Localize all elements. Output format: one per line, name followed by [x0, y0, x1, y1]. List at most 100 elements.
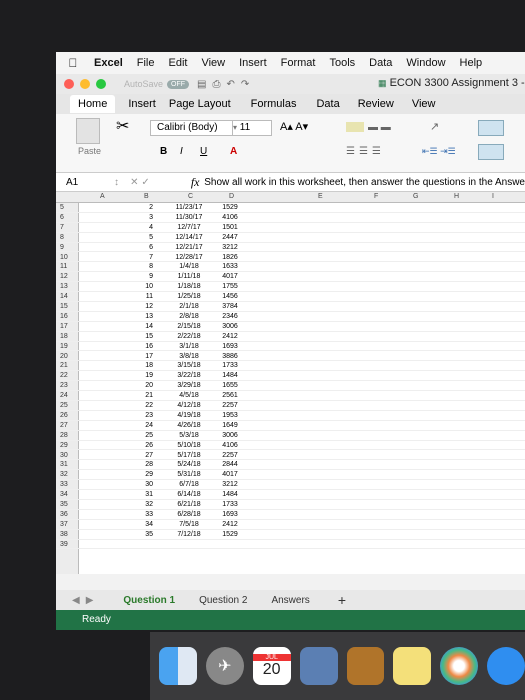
- cell-c[interactable]: 7/12/18: [164, 530, 214, 539]
- menu-file[interactable]: File: [137, 57, 155, 69]
- sheet-tab-question-1[interactable]: Question 1: [123, 595, 175, 606]
- cell-d[interactable]: 4017: [214, 272, 246, 281]
- cell-b[interactable]: 35: [131, 530, 153, 539]
- minimize-window-button[interactable]: [80, 79, 90, 89]
- cell-d[interactable]: 1755: [214, 282, 246, 291]
- cell-b[interactable]: 21: [131, 391, 153, 400]
- menu-tools[interactable]: Tools: [329, 57, 355, 69]
- menu-window[interactable]: Window: [406, 57, 445, 69]
- cell-d[interactable]: 2561: [214, 391, 246, 400]
- column-header-h[interactable]: H: [454, 193, 459, 200]
- cell-c[interactable]: 12/7/17: [164, 223, 214, 232]
- cell-c[interactable]: 3/8/18: [164, 352, 214, 361]
- column-header-c[interactable]: C: [188, 193, 193, 200]
- table-row[interactable]: 31 28 5/24/18 2844: [56, 460, 525, 471]
- merge-center-icon[interactable]: [478, 144, 504, 160]
- cell-c[interactable]: 6/21/18: [164, 500, 214, 509]
- cell-c[interactable]: 6/7/18: [164, 480, 214, 489]
- orientation-icon[interactable]: ↗: [430, 120, 439, 133]
- table-row[interactable]: 37 34 7/5/18 2412: [56, 520, 525, 530]
- font-size-box[interactable]: ▾ 11: [232, 120, 272, 136]
- cell-b[interactable]: 19: [131, 371, 153, 380]
- cell-d[interactable]: 1733: [214, 361, 246, 370]
- table-row[interactable]: 15 12 2/1/18 3784: [56, 302, 525, 312]
- grow-shrink-font-buttons[interactable]: A▴ A▾: [280, 120, 308, 133]
- cell-c[interactable]: 12/21/17: [164, 243, 214, 252]
- tab-review[interactable]: Review: [358, 98, 394, 110]
- zoom-window-button[interactable]: [96, 79, 106, 89]
- table-row[interactable]: 39: [56, 540, 525, 550]
- cell-c[interactable]: 5/17/18: [164, 451, 214, 460]
- finder-icon[interactable]: [159, 647, 197, 685]
- column-header-d[interactable]: D: [229, 193, 234, 200]
- cell-c[interactable]: 1/11/18: [164, 272, 214, 281]
- cell-c[interactable]: 2/22/18: [164, 332, 214, 341]
- menu-edit[interactable]: Edit: [168, 57, 187, 69]
- add-sheet-button[interactable]: +: [338, 592, 346, 608]
- cell-b[interactable]: 24: [131, 421, 153, 430]
- cell-d[interactable]: 2412: [214, 520, 246, 529]
- mail-stamp-icon[interactable]: [299, 647, 338, 685]
- cell-c[interactable]: 1/4/18: [164, 262, 214, 271]
- cell-d[interactable]: 3006: [214, 431, 246, 440]
- table-row[interactable]: 33 30 6/7/18 3212: [56, 480, 525, 491]
- cell-c[interactable]: 5/3/18: [164, 431, 214, 440]
- column-header-i[interactable]: I: [492, 193, 494, 200]
- name-box[interactable]: A1: [56, 177, 114, 188]
- column-header-g[interactable]: G: [413, 193, 418, 200]
- table-row[interactable]: 20 17 3/8/18 3886: [56, 352, 525, 362]
- cell-b[interactable]: 30: [131, 480, 153, 489]
- cell-b[interactable]: 26: [131, 441, 153, 450]
- sheet-nav-arrows-icon[interactable]: ◀▶: [72, 595, 99, 606]
- column-header-b[interactable]: B: [144, 193, 149, 200]
- cell-b[interactable]: 25: [131, 431, 153, 440]
- table-row[interactable]: 14 11 1/25/18 1456: [56, 292, 525, 302]
- tab-page-layout[interactable]: Page Layout: [169, 98, 231, 110]
- confirm-formula-icon[interactable]: ✓: [141, 177, 149, 188]
- cell-b[interactable]: 31: [131, 490, 153, 499]
- cell-c[interactable]: 1/25/18: [164, 292, 214, 301]
- cell-c[interactable]: 2/15/18: [164, 322, 214, 331]
- launchpad-icon[interactable]: ✈: [205, 647, 244, 685]
- table-row[interactable]: 22 19 3/22/18 1484: [56, 371, 525, 382]
- bold-button[interactable]: B: [160, 146, 167, 157]
- table-row[interactable]: 25 22 4/12/18 2257: [56, 401, 525, 411]
- cell-c[interactable]: 4/12/18: [164, 401, 214, 410]
- cell-b[interactable]: 22: [131, 401, 153, 410]
- table-row[interactable]: 29 26 5/10/18 4106: [56, 441, 525, 451]
- table-row[interactable]: 7 4 12/7/17 1501: [56, 223, 525, 233]
- cell-d[interactable]: 1649: [214, 421, 246, 430]
- cell-c[interactable]: 7/5/18: [164, 520, 214, 529]
- column-header-f[interactable]: F: [374, 193, 378, 200]
- cell-c[interactable]: 4/5/18: [164, 391, 214, 400]
- function-icon[interactable]: fx: [191, 175, 204, 190]
- table-row[interactable]: 18 15 2/22/18 2412: [56, 332, 525, 342]
- cell-d[interactable]: 3212: [214, 243, 246, 252]
- cell-c[interactable]: 4/19/18: [164, 411, 214, 420]
- cell-b[interactable]: 5: [131, 233, 153, 242]
- cell-d[interactable]: 4106: [214, 213, 246, 222]
- cell-c[interactable]: 11/30/17: [164, 213, 214, 222]
- cell-d[interactable]: 3006: [214, 322, 246, 331]
- underline-button[interactable]: U: [200, 146, 207, 157]
- cell-d[interactable]: 2346: [214, 312, 246, 321]
- cell-b[interactable]: 17: [131, 352, 153, 361]
- safari-icon[interactable]: [487, 647, 525, 685]
- cell-b[interactable]: 29: [131, 470, 153, 479]
- tab-data[interactable]: Data: [316, 98, 339, 110]
- cell-b[interactable]: 34: [131, 520, 153, 529]
- cell-d[interactable]: 3784: [214, 302, 246, 311]
- cell-c[interactable]: 3/15/18: [164, 361, 214, 370]
- table-row[interactable]: 34 31 6/14/18 1484: [56, 490, 525, 500]
- table-row[interactable]: 27 24 4/26/18 1649: [56, 421, 525, 431]
- cell-d[interactable]: 1484: [214, 490, 246, 499]
- cell-c[interactable]: 3/22/18: [164, 371, 214, 380]
- cell-c[interactable]: 3/29/18: [164, 381, 214, 390]
- cell-d[interactable]: 1953: [214, 411, 246, 420]
- cell-d[interactable]: 1501: [214, 223, 246, 232]
- table-row[interactable]: 28 25 5/3/18 3006: [56, 431, 525, 441]
- cell-b[interactable]: 2: [131, 203, 153, 212]
- cell-b[interactable]: 32: [131, 500, 153, 509]
- formula-content[interactable]: Show all work in this worksheet, then an…: [204, 177, 525, 188]
- quick-access-icons[interactable]: ▤⎙↶↷: [197, 79, 255, 90]
